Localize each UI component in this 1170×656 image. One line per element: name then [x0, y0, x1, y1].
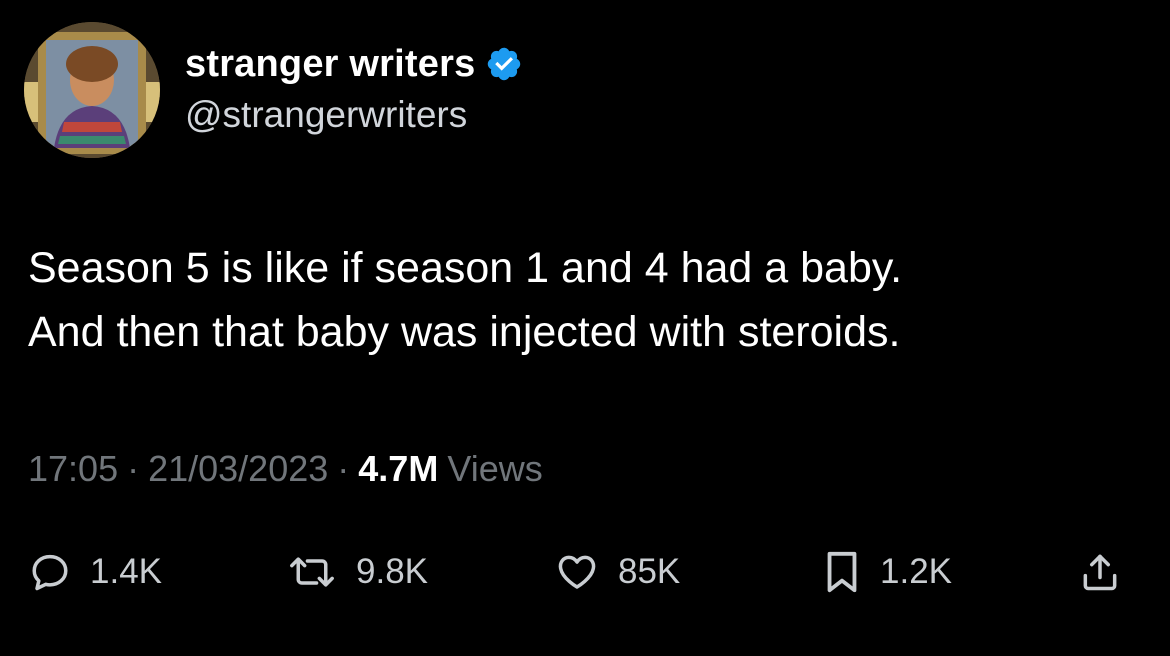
tweet-meta: 17:05 · 21/03/2023 · 4.7M Views: [28, 448, 543, 490]
tweet-card: stranger writers @strangerwriters Season…: [0, 0, 1170, 656]
like-button[interactable]: 85K: [554, 540, 680, 604]
tweet-date[interactable]: 21/03/2023: [148, 448, 328, 490]
reply-icon: [32, 554, 68, 591]
avatar[interactable]: [24, 22, 160, 158]
meta-separator: ·: [337, 448, 350, 489]
share-icon: [1083, 554, 1117, 591]
avatar-portrait-icon: [24, 22, 160, 158]
retweet-icon: [290, 557, 334, 587]
author-display-name[interactable]: stranger writers: [185, 43, 475, 86]
retweet-count: 9.8K: [356, 552, 428, 591]
share-button[interactable]: [1078, 540, 1122, 604]
author-handle[interactable]: @strangerwriters: [185, 94, 467, 136]
bookmark-button[interactable]: 1.2K: [822, 540, 952, 604]
tweet-text: Season 5 is like if season 1 and 4 had a…: [28, 244, 903, 356]
heart-icon: [558, 555, 596, 589]
views-label[interactable]: Views: [447, 448, 542, 490]
author-row: stranger writers: [185, 40, 523, 88]
views-count[interactable]: 4.7M: [358, 448, 438, 490]
meta-separator: ·: [127, 448, 140, 489]
reply-count: 1.4K: [90, 552, 162, 591]
like-count: 85K: [618, 552, 681, 591]
bookmark-count: 1.2K: [880, 552, 952, 591]
tweet-time[interactable]: 17:05: [28, 448, 118, 490]
retweet-button[interactable]: 9.8K: [286, 540, 428, 604]
bookmark-icon: [827, 551, 857, 593]
tweet-actions: 1.4K 9.8K 85K 1.2K: [0, 540, 1170, 604]
verified-badge-icon[interactable]: [485, 45, 523, 83]
reply-button[interactable]: 1.4K: [28, 540, 162, 604]
